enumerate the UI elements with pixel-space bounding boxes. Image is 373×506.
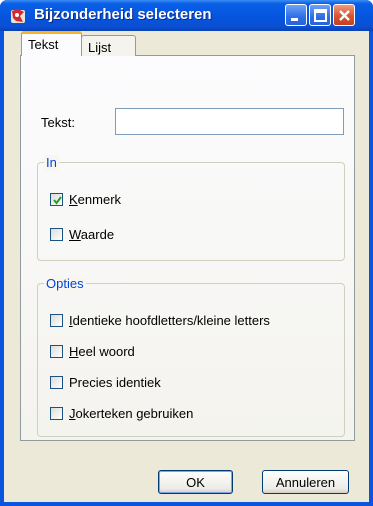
checkbox-box[interactable] (50, 345, 63, 358)
title-bar[interactable]: Bijzonderheid selecteren (0, 0, 373, 31)
close-icon (339, 10, 350, 21)
minimize-button[interactable] (285, 4, 307, 26)
checkbox-box[interactable] (50, 376, 63, 389)
checkbox-precies-identiek-label: Precies identiek (69, 375, 161, 390)
tab-lijst[interactable]: Lijst (81, 35, 136, 56)
checkbox-box[interactable] (50, 228, 63, 241)
tab-tekst[interactable]: Tekst (21, 31, 82, 56)
checkbox-box[interactable] (50, 314, 63, 327)
ok-button[interactable]: OK (158, 470, 233, 494)
checkbox-kenmerk-label: Kenmerk (69, 192, 122, 207)
maximize-button[interactable] (309, 4, 331, 26)
tekst-input[interactable] (115, 108, 344, 135)
checkbox-heel-woord-label: Heel woord (69, 344, 135, 359)
tekst-label: Tekst: (41, 115, 75, 130)
close-button[interactable] (333, 4, 355, 26)
checkbox-waarde-label: Waarde (69, 227, 115, 242)
maximize-icon (314, 9, 327, 22)
groupbox-in-legend: In (44, 155, 59, 170)
cancel-button[interactable]: Annuleren (262, 470, 349, 494)
groupbox-opties-legend: Opties (44, 276, 86, 291)
groupbox-in: In (37, 155, 345, 261)
checkbox-box[interactable] (50, 407, 63, 420)
checkbox-jokerteken-label: Jokerteken gebruiken (69, 406, 194, 421)
window-title: Bijzonderheid selecteren (34, 6, 212, 23)
app-icon (11, 9, 25, 23)
minimize-icon (291, 18, 298, 21)
checkbox-identieke-hoofdletters-label: Identieke hoofdletters/kleine letters (69, 313, 270, 328)
checkmark-icon (53, 196, 62, 205)
checkbox-box[interactable] (50, 193, 63, 206)
